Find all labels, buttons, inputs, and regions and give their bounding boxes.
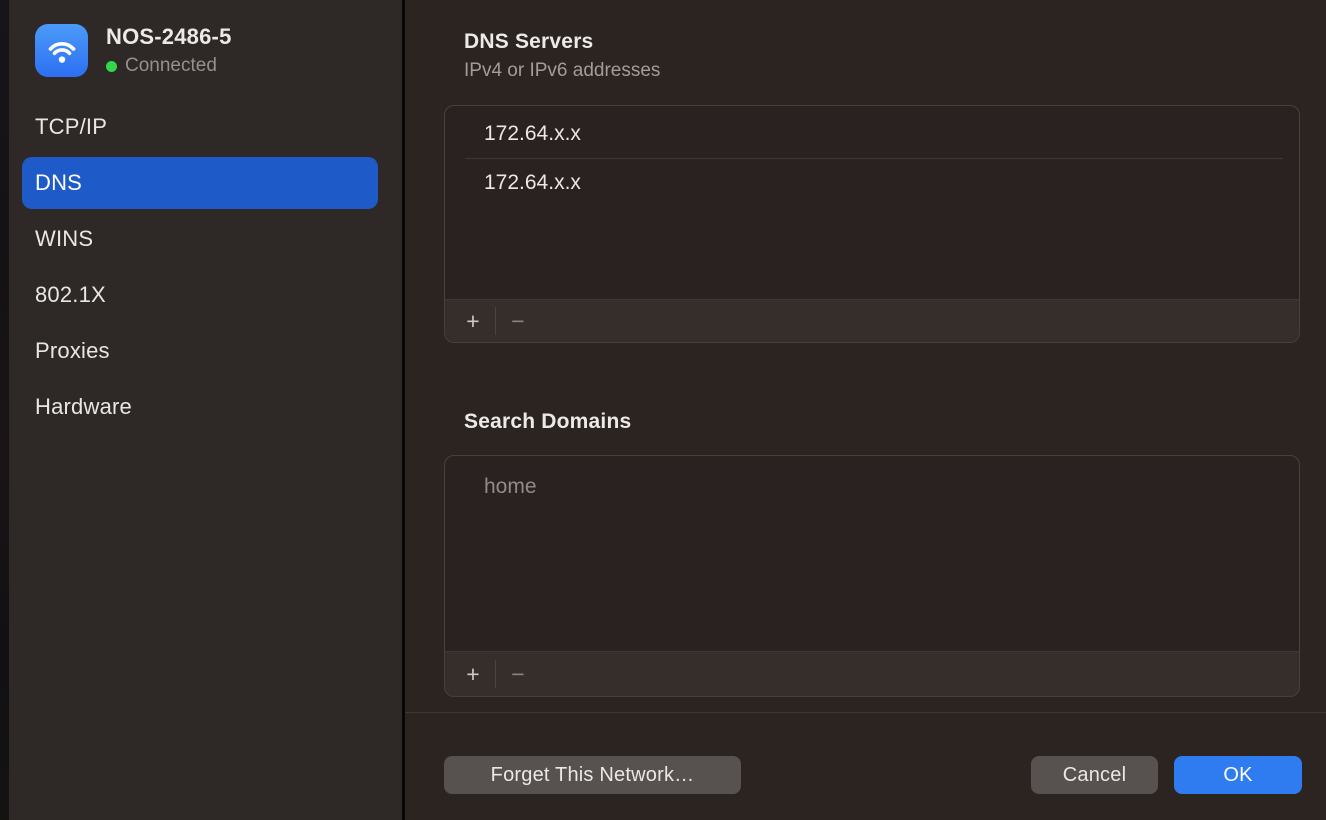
ok-button[interactable]: OK (1174, 756, 1302, 794)
network-name: NOS-2486-5 (106, 24, 232, 50)
connected-status-dot (106, 61, 117, 72)
dns-servers-list: 172.64.x.x 172.64.x.x (445, 106, 1299, 207)
network-header: NOS-2486-5 Connected (35, 24, 232, 77)
search-domains-list-toolbar: + − (445, 651, 1299, 696)
sidebar-nav: TCP/IP DNS WINS 802.1X Proxies Hardware (22, 101, 378, 437)
dns-pane: DNS Servers IPv4 or IPv6 addresses 172.6… (405, 0, 1326, 820)
search-domain-entry[interactable]: home (445, 462, 1299, 512)
wifi-icon (35, 24, 88, 77)
search-domains-list: home (445, 456, 1299, 512)
search-domains-title: Search Domains (464, 410, 631, 434)
remove-dns-server-button[interactable]: − (502, 310, 534, 333)
connection-status: Connected (106, 55, 232, 77)
dns-server-entry[interactable]: 172.64.x.x (445, 159, 1299, 207)
connected-status-label: Connected (125, 55, 217, 77)
sidebar-item-hardware[interactable]: Hardware (22, 381, 378, 433)
footer-divider (405, 712, 1326, 713)
add-dns-server-button[interactable]: + (457, 310, 489, 333)
network-info: NOS-2486-5 Connected (106, 24, 232, 77)
forget-network-button[interactable]: Forget This Network… (444, 756, 741, 794)
cancel-button[interactable]: Cancel (1031, 756, 1158, 794)
sidebar-item-proxies[interactable]: Proxies (22, 325, 378, 377)
dns-servers-list-toolbar: + − (445, 299, 1299, 342)
add-search-domain-button[interactable]: + (457, 663, 489, 686)
window-edge-strip (0, 0, 9, 820)
sidebar-item-wins[interactable]: WINS (22, 213, 378, 265)
sidebar-item-dns[interactable]: DNS (22, 157, 378, 209)
dns-servers-title: DNS Servers (464, 30, 593, 54)
toolbar-divider (495, 660, 496, 688)
dns-server-entry[interactable]: 172.64.x.x (445, 110, 1299, 158)
sidebar-item-8021x[interactable]: 802.1X (22, 269, 378, 321)
sidebar-item-tcpip[interactable]: TCP/IP (22, 101, 378, 153)
dns-servers-list-box: 172.64.x.x 172.64.x.x + − (444, 105, 1300, 343)
toolbar-divider (495, 307, 496, 335)
remove-search-domain-button[interactable]: − (502, 663, 534, 686)
search-domains-list-box: home + − (444, 455, 1300, 697)
sidebar: NOS-2486-5 Connected TCP/IP DNS WINS 802… (9, 0, 402, 820)
dns-servers-subtitle: IPv4 or IPv6 addresses (464, 60, 660, 82)
